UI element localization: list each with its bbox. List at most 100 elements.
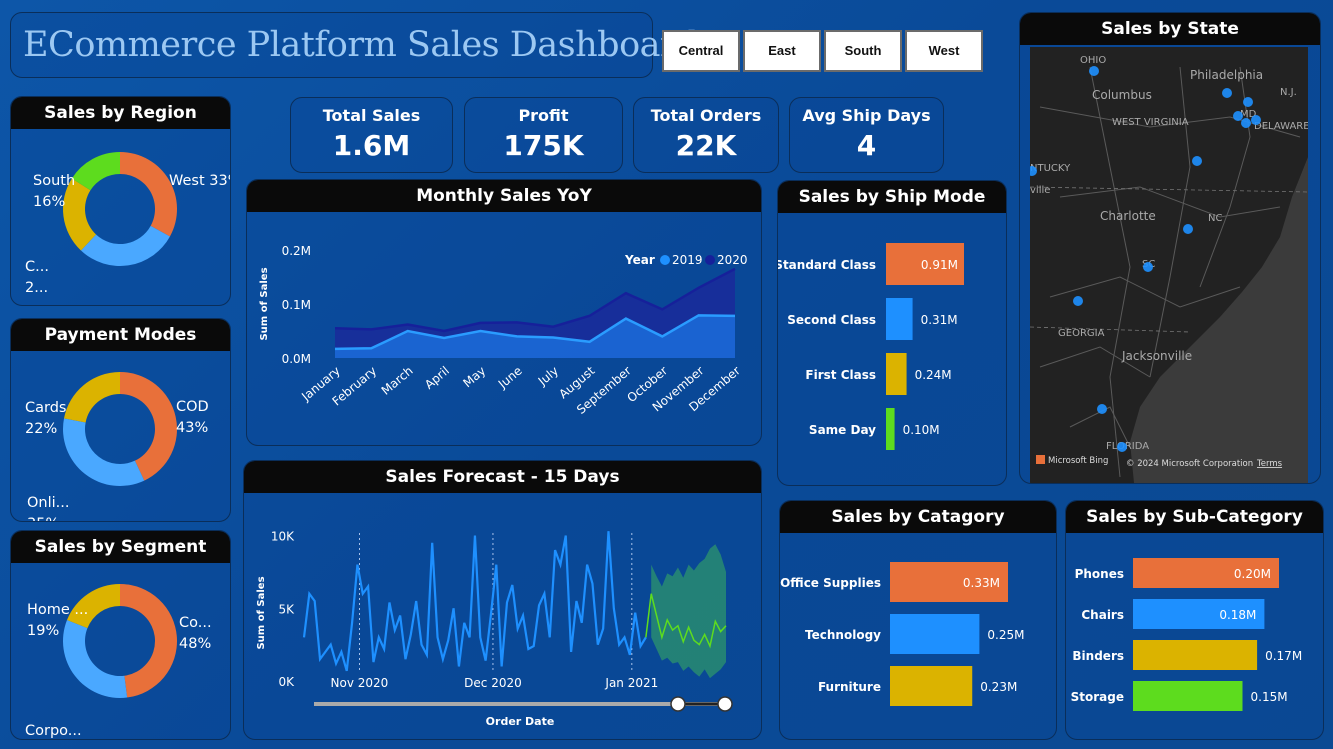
map-sales-bubble	[1222, 88, 1232, 98]
panel-title: Sales by State	[1020, 13, 1320, 45]
bing-logo-icon	[1036, 455, 1045, 464]
y-tick-label: 5K	[278, 602, 295, 616]
bar-value-label: 0.10M	[903, 423, 940, 437]
map-label: ville	[1030, 185, 1050, 196]
donut-slice-online	[62, 418, 145, 486]
donut-slice-cards	[64, 372, 120, 423]
ocean-area	[1130, 157, 1308, 483]
slice-label: 43%	[176, 420, 208, 436]
slice-label: South	[33, 173, 75, 189]
slicer-east[interactable]: East	[743, 30, 821, 72]
legend-title: Year	[624, 253, 655, 267]
panel-sales-forecast: Sales Forecast - 15 Days 0K 5K 10K Sum of S…	[243, 460, 762, 740]
bar-chart-category: Office Supplies 0.33M Technology 0.25M Furni…	[780, 562, 1024, 706]
donut-slice-east	[80, 225, 170, 266]
map-label: GEORGIA	[1058, 328, 1105, 339]
panel-title: Sales by Sub-Category	[1066, 501, 1323, 533]
legend-label-2020: 2020	[717, 253, 748, 267]
panel-sales-by-subcategory: Sales by Sub-Category Phones 0.20M Chairs 0…	[1065, 500, 1324, 740]
dashboard-title-box: ECommerce Platform Sales Dashboard	[10, 12, 699, 78]
x-tick-label: March	[379, 364, 416, 398]
panel-payment-modes: Payment Modes COD 43% Onli... 35% Cards 22%	[10, 318, 231, 522]
map-sales-bubble	[1073, 296, 1083, 306]
bar-value-label: 0.24M	[915, 368, 952, 382]
state-border	[1029, 186, 1309, 193]
bar-category-label: Technology	[805, 628, 881, 642]
map-sales-bubble	[1241, 118, 1251, 128]
bar-value-label: 0.17M	[1265, 649, 1302, 663]
map-terms-link[interactable]: Terms	[1256, 459, 1283, 469]
slice-label: 2...	[25, 280, 48, 296]
slice-label: 19%	[27, 623, 59, 639]
donut-slice-consumer	[120, 584, 178, 698]
state-border	[1029, 326, 1191, 333]
map-attribution-logo: Microsoft Bing	[1048, 456, 1108, 466]
map-road	[1059, 186, 1281, 218]
donut-chart-payment: COD 43% Onli... 35% Cards 22%	[25, 372, 209, 521]
map-label: FLORIDA	[1106, 441, 1149, 452]
slicer-central[interactable]: Central	[662, 30, 740, 72]
map-sales-bubble	[1192, 156, 1202, 166]
bar-category-label: Storage	[1071, 690, 1124, 704]
slice-label: West 33%	[169, 173, 231, 189]
slice-label: 35%	[27, 516, 59, 521]
map-sales-bubble	[1243, 97, 1253, 107]
map-canvas[interactable]: OHIOColumbusPhiladelphiaN.J.MDWEST VIRGI…	[1027, 47, 1310, 483]
panel-monthly-sales: Monthly Sales YoY 0.0M 0.1M 0.2M Sum of Sal…	[246, 179, 762, 446]
legend-label-2019: 2019	[672, 253, 703, 267]
bar-chart-ship-mode: Standard Class 0.91M Second Class 0.31M Firs…	[778, 243, 964, 450]
x-tick-label: June	[495, 364, 525, 392]
map-copyright: © 2024 Microsoft Corporation	[1126, 459, 1253, 469]
panel-sales-by-category: Sales by Catagory Office Supplies 0.33M Te…	[779, 500, 1057, 740]
donut-chart-region: West 33% East 29% C... 2... South 16%	[25, 152, 231, 305]
panel-sales-by-state: Sales by State OHIO Columbus Philadelphia N…	[1019, 12, 1321, 484]
donut-chart-segment: Co...48%Corpo...33%Home ...19%	[25, 584, 212, 739]
bar-category-label: Binders	[1072, 649, 1124, 663]
map-sales-bubble	[1251, 115, 1261, 125]
map[interactable]: OHIO Columbus Philadelphia N.J. MD WEST VIRGI…	[1027, 47, 1310, 483]
legend-marker-2019	[660, 255, 670, 265]
map-sales-bubble	[1233, 111, 1243, 121]
slider-handle-end[interactable]	[717, 696, 733, 712]
map-label: Jacksonville	[1121, 349, 1192, 363]
forecast-confidence-band	[651, 544, 726, 679]
map-label: N.J.	[1280, 87, 1297, 98]
bar-category-label: Furniture	[818, 680, 881, 694]
map-sales-bubble	[1097, 404, 1107, 414]
slice-label: Home ...	[27, 602, 88, 618]
bar-value-label: 0.31M	[921, 313, 958, 327]
panel-title: Monthly Sales YoY	[247, 180, 761, 212]
slice-label: COD	[176, 399, 209, 415]
panel-ship-mode: Sales by Ship Mode Standard Class 0.91M Se…	[777, 180, 1007, 486]
bar-value-label: 0.18M	[1219, 608, 1256, 622]
x-tick-label: Dec 2020	[464, 676, 522, 690]
panel-sales-by-region: Sales by Region West 33% East 29% C... 2...…	[10, 96, 231, 306]
bar-value-label: 0.25M	[987, 628, 1024, 642]
bar-technology	[890, 614, 980, 654]
panel-title: Sales by Segment	[11, 531, 230, 563]
bar-first-class	[886, 353, 907, 395]
bar-second-class	[886, 298, 913, 340]
bar-category-label: Phones	[1075, 567, 1124, 581]
slider-handle-start[interactable]	[670, 696, 686, 712]
map-sales-bubble	[1117, 442, 1127, 452]
kpi-profit: Profit 175K	[464, 97, 623, 173]
y-tick-label: 0.2M	[282, 244, 311, 258]
legend-marker-2020	[705, 255, 715, 265]
x-tick-label: April	[422, 364, 452, 392]
kpi-value: 175K	[503, 129, 584, 162]
bar-binders	[1133, 640, 1258, 670]
panel-title: Sales by Ship Mode	[778, 181, 1006, 213]
map-label: OHIO	[1080, 55, 1106, 66]
donut-slice-corporate	[62, 620, 128, 698]
slicer-south[interactable]: South	[824, 30, 902, 72]
bar-category-label: Standard Class	[778, 258, 876, 272]
map-label: Charlotte	[1100, 209, 1156, 223]
kpi-label: Avg Ship Days	[802, 106, 931, 125]
map-road	[1149, 66, 1191, 378]
slicer-west[interactable]: West	[905, 30, 983, 72]
kpi-value: 22K	[675, 129, 737, 162]
panel-sales-by-segment: Sales by Segment Co...48%Corpo...33%Home…	[10, 530, 231, 740]
y-tick-label: 0.0M	[282, 352, 311, 366]
x-tick-label: Nov 2020	[331, 676, 389, 690]
